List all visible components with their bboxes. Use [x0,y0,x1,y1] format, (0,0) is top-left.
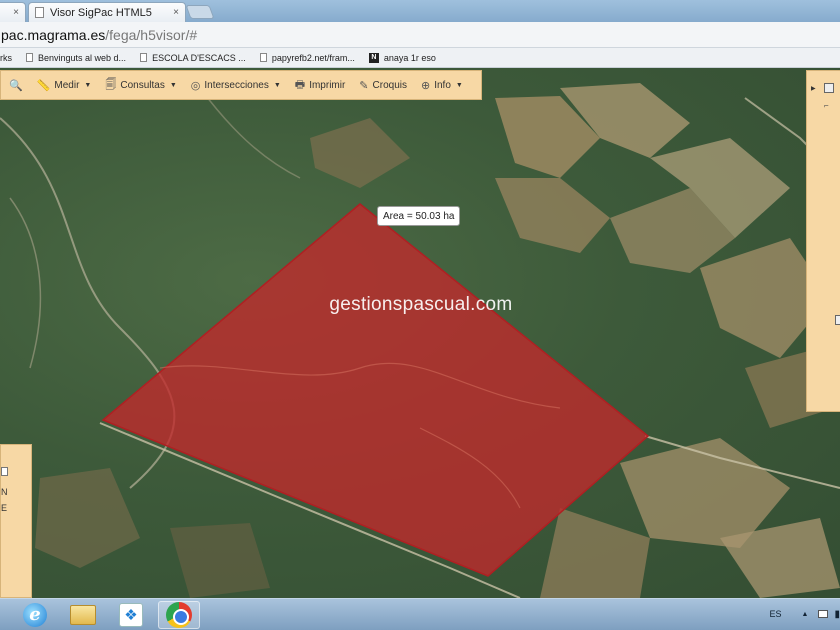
field-patch [310,118,410,188]
chevron-down-icon: ▼ [455,81,463,89]
new-tab-button[interactable] [185,5,215,19]
url-path: /fega/h5visor/# [105,26,198,43]
tool-label: Info [434,79,451,91]
tool-label: Imprimir [309,79,346,91]
bookmark-item[interactable]: papyrefb2.net/fram... [259,52,355,63]
tool-label: Consultas [120,79,165,91]
show-hidden-icons-icon[interactable]: ▲ [802,611,809,618]
bookmark-label: Benvinguts al web d... [38,52,127,63]
map-toolbar: 🔍 📏 Medir ▼ 🗐 Consultas ▼ ◎ Interseccion… [0,70,482,100]
tool-label: Intersecciones [204,79,269,91]
imprimir-button[interactable]: 🖶 Imprimir [295,76,346,95]
magnifier-icon: 🔍 [9,79,23,92]
tool-label: Medir [54,79,80,91]
bookmark-item[interactable]: Benvinguts al web d... [26,53,126,63]
tab-title: Visor SigPac HTML5 [50,6,152,19]
page-icon [35,7,44,18]
ruler-icon: 📏 [36,79,51,92]
folder-icon [70,604,96,625]
chevron-down-icon: ▼ [273,81,281,89]
bookmark-item[interactable]: rks [0,53,12,63]
taskbar-app-file-explorer[interactable] [62,601,104,629]
panel-label: N [1,487,8,497]
checkbox[interactable] [1,467,8,476]
screen: × Visor SigPac HTML5 × pac.magrama.es/fe… [0,0,840,630]
tab-close-icon[interactable]: × [173,7,179,18]
coordinates-panel: N E [0,444,32,598]
bookmark-label: papyrefb2.net/fram... [271,52,355,63]
field-patch [170,523,270,598]
aerial-imagery [0,83,840,598]
taskbar: e ❖ ES ▲ ▮ [0,598,840,630]
track-line [9,197,42,369]
action-center-flag-icon[interactable] [818,610,829,618]
page-icon [26,53,33,62]
field-patch [35,468,140,568]
field-patch [540,508,650,598]
tab-close-icon[interactable]: × [13,7,19,18]
page-icon [140,53,148,62]
layer-toggle-icon[interactable] [824,83,834,93]
browser-tab-bar: × Visor SigPac HTML5 × [0,0,840,22]
field-patch [495,178,610,253]
tab-previous[interactable]: × [0,2,26,22]
croquis-button[interactable]: ✎ Croquis [359,79,407,92]
bookmarks-bar: rks Benvinguts al web d... ESCOLA D'ESCA… [0,48,840,68]
layer-toggle-icon[interactable] [835,315,840,325]
bookmark-label: ESCOLA D'ESCACS ... [152,52,246,63]
address-bar[interactable]: pac.magrama.es/fega/h5visor/# [0,22,840,48]
chrome-icon [166,601,192,628]
n-logo-icon: N [368,52,379,63]
chevron-down-icon: ▼ [169,81,177,89]
tool-label: Croquis [372,79,407,91]
taskbar-app-dropbox[interactable]: ❖ [110,601,152,629]
zoom-tool-button[interactable]: 🔍 [9,79,27,92]
taskbar-app-internet-explorer[interactable]: e [14,601,56,629]
dropbox-icon: ❖ [119,602,143,627]
track-line [199,87,301,179]
layer-tree-icon: ⌐ [824,101,829,110]
layers-panel[interactable]: ▶ ⌐ [806,70,840,412]
url-host: pac.magrama.es [1,26,106,43]
tab-visor-sigpac[interactable]: Visor SigPac HTML5 × [28,2,186,22]
bookmark-item[interactable]: ESCOLA D'ESCACS ... [140,53,246,63]
area-measure-label: Area = 50.03 ha [377,206,461,226]
map-view[interactable]: 🔍 📏 Medir ▼ 🗐 Consultas ▼ ◎ Interseccion… [0,68,840,598]
taskbar-app-chrome[interactable] [158,600,200,629]
network-icon[interactable]: ▮ [834,609,840,620]
chevron-down-icon: ▼ [84,81,92,89]
panel-label: E [1,503,8,513]
sketch-icon: ✎ [359,79,369,92]
print-icon: 🖶 [294,78,306,91]
bookmark-label: rks [0,52,12,63]
bookmark-item[interactable]: N anaya 1r eso [368,52,436,63]
bookmark-label: anaya 1r eso [383,52,436,63]
watermark-text: gestionspascual.com [329,294,513,315]
language-indicator[interactable]: ES [770,609,782,619]
consultas-menu-button[interactable]: 🗐 Consultas ▼ [105,76,176,95]
system-tray: ES ▲ ▮ [770,599,840,629]
intersect-icon: ◎ [190,79,201,92]
medir-menu-button[interactable]: 📏 Medir ▼ [37,79,92,92]
page-icon [259,53,267,62]
expand-arrow-icon[interactable]: ▶ [811,85,816,92]
info-icon: ⊕ [420,79,431,92]
info-menu-button[interactable]: ⊕ Info ▼ [421,79,463,92]
intersecciones-menu-button[interactable]: ◎ Intersecciones ▼ [191,79,281,92]
url-field[interactable]: pac.magrama.es/fega/h5visor/# [0,27,197,43]
query-icon: 🗐 [105,78,117,91]
internet-explorer-icon: e [23,602,47,627]
